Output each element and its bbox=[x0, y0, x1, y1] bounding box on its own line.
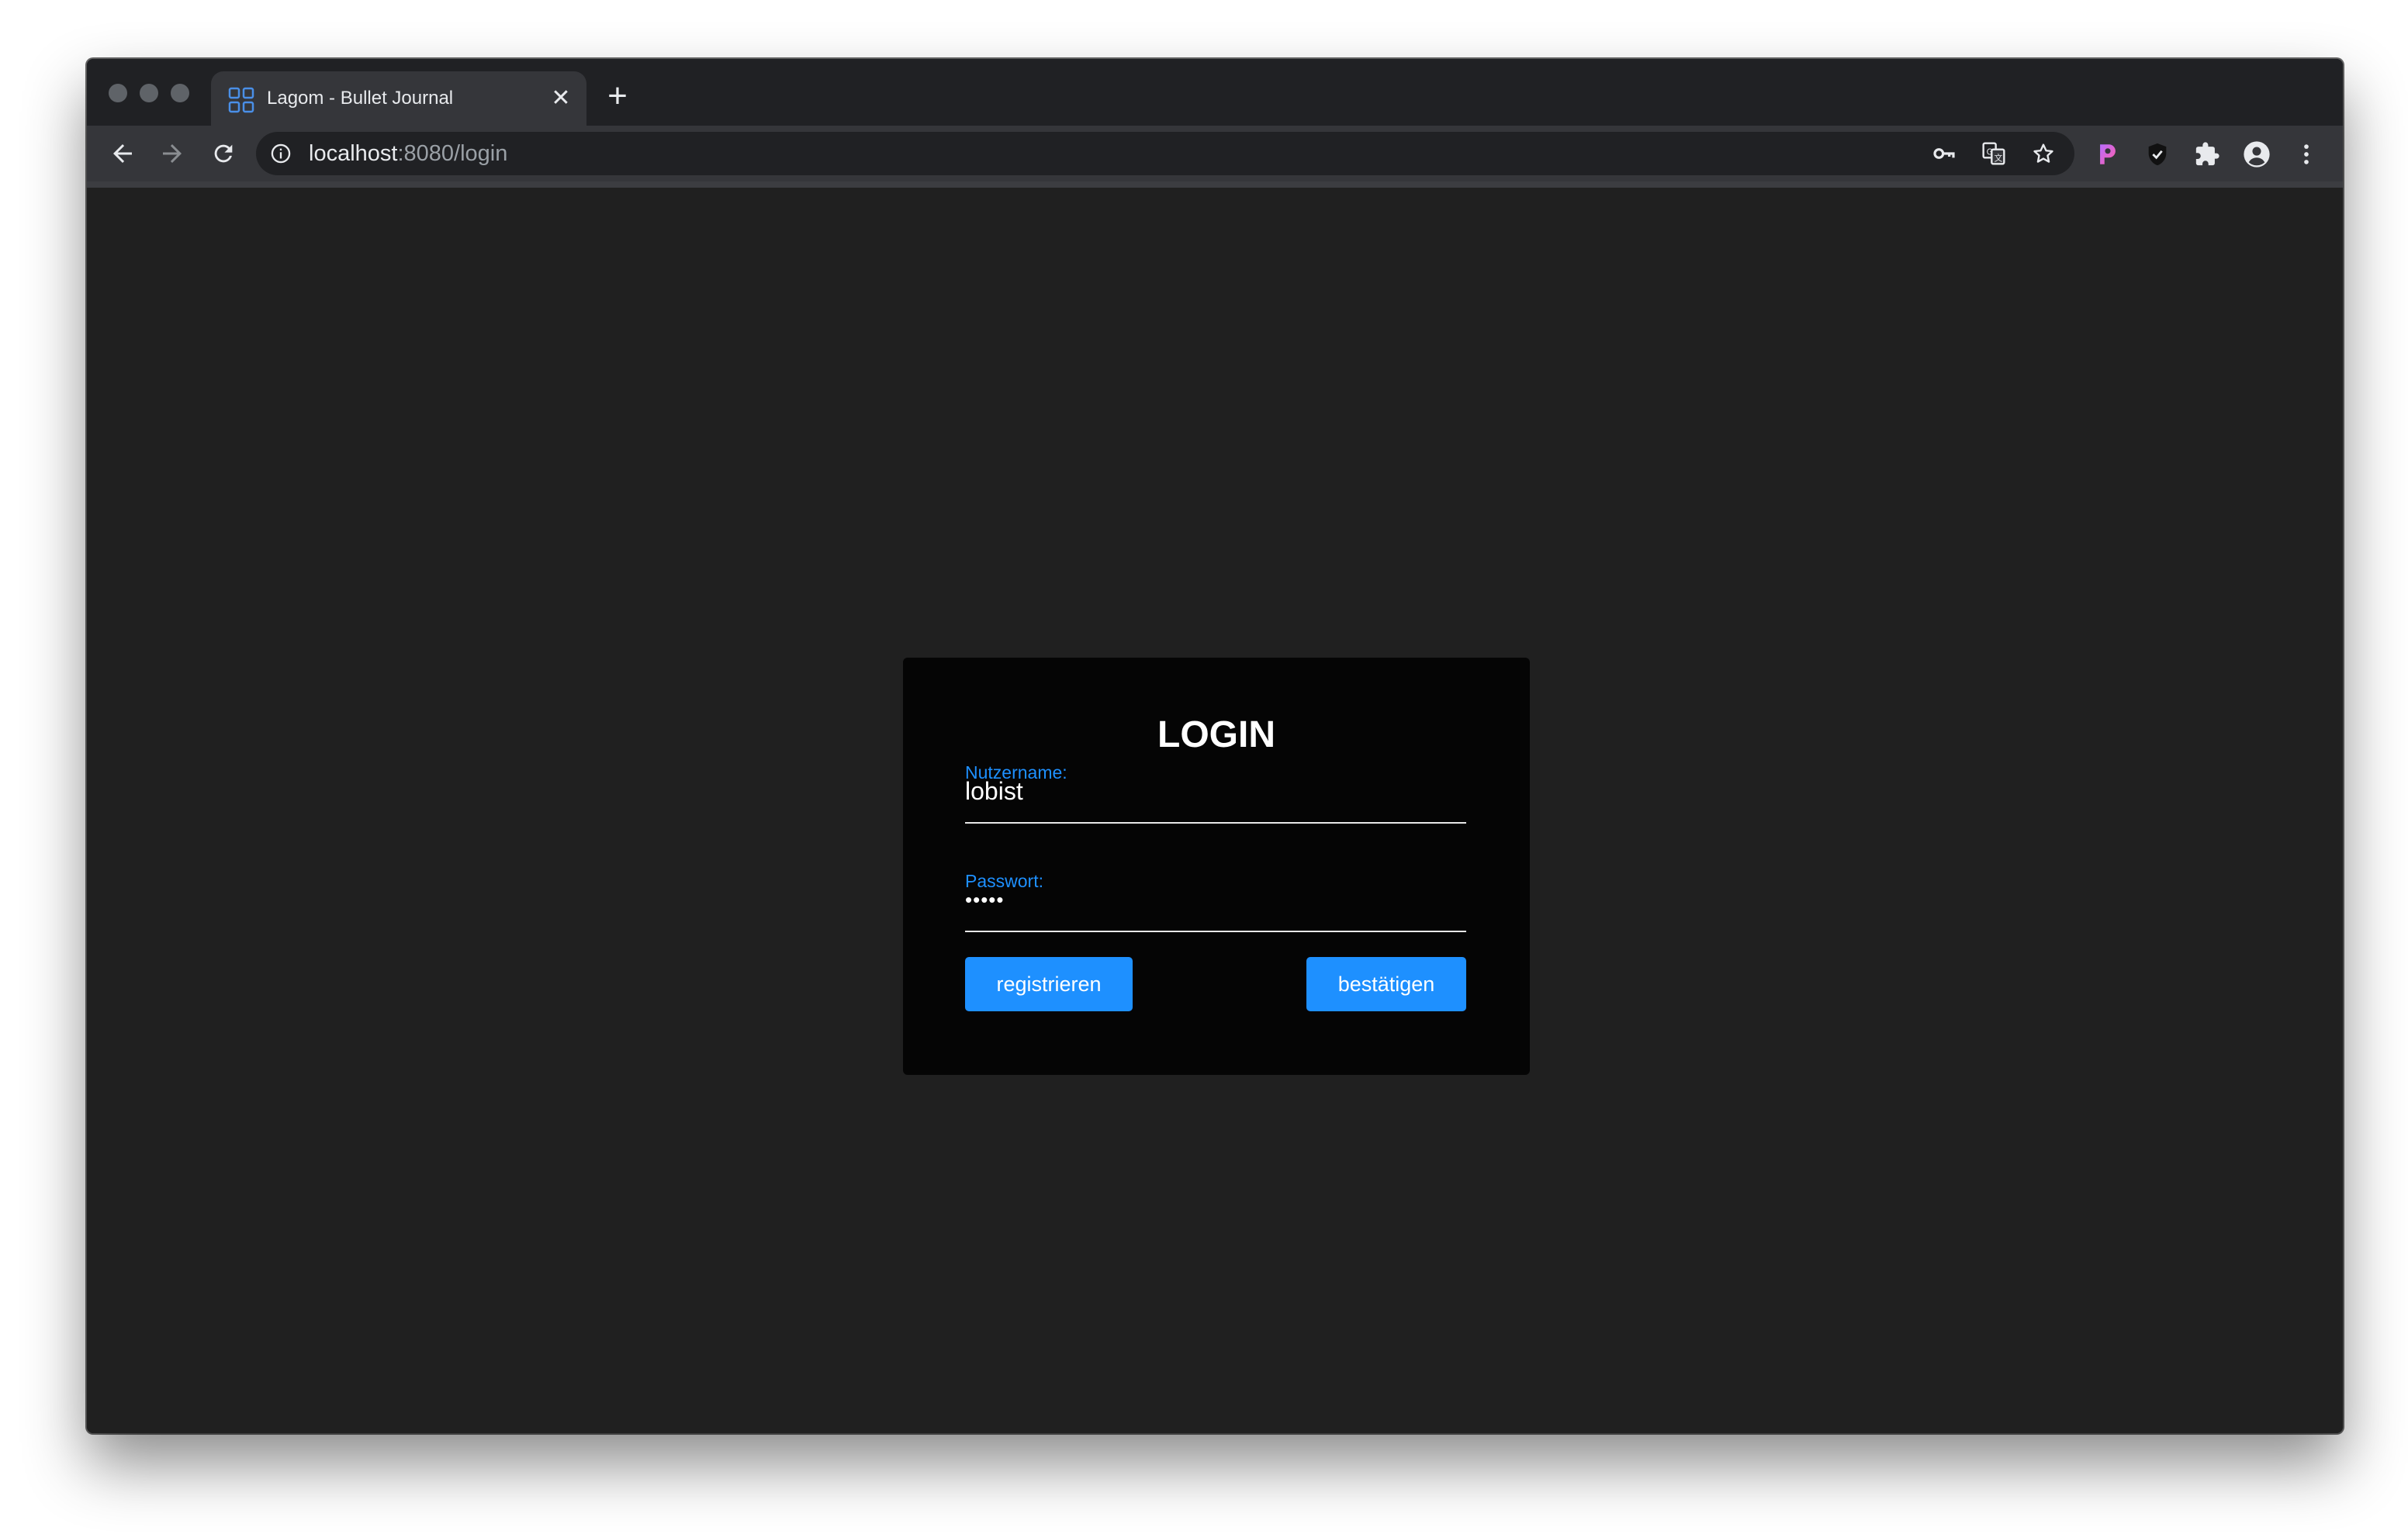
login-card: LOGIN Nutzername: Passwort: ••••• regist… bbox=[903, 658, 1530, 1075]
svg-text:文: 文 bbox=[1995, 153, 2003, 163]
password-field[interactable]: ••••• bbox=[965, 884, 1466, 915]
arrow-right-icon bbox=[163, 144, 182, 163]
profile-icon[interactable] bbox=[2242, 140, 2271, 169]
tab-lagom[interactable]: Lagom - Bullet Journal ✕ bbox=[211, 71, 586, 126]
shield-icon[interactable] bbox=[2143, 140, 2172, 169]
forward-button[interactable] bbox=[152, 133, 192, 174]
page-content: LOGIN Nutzername: Passwort: ••••• regist… bbox=[87, 188, 2343, 1433]
address-bar[interactable]: localhost:8080/login G文 bbox=[256, 132, 2074, 175]
reload-icon bbox=[214, 144, 233, 163]
info-icon[interactable] bbox=[270, 143, 292, 164]
tab-strip: Lagom - Bullet Journal ✕ + bbox=[87, 59, 2343, 126]
url-host: localhost bbox=[309, 141, 398, 166]
username-underline bbox=[965, 822, 1466, 824]
address-url[interactable]: localhost:8080/login bbox=[309, 140, 507, 168]
browser-window: Lagom - Bullet Journal ✕ + localhost:808… bbox=[87, 59, 2343, 1433]
password-underline bbox=[965, 931, 1466, 932]
puzzle-icon[interactable] bbox=[2192, 140, 2222, 169]
url-path: :8080/login bbox=[397, 141, 508, 166]
close-tab-icon[interactable]: ✕ bbox=[549, 87, 573, 110]
star-icon[interactable] bbox=[2029, 140, 2057, 168]
login-title: LOGIN bbox=[1157, 714, 1275, 755]
minimize-window-button[interactable] bbox=[140, 84, 158, 102]
username-field[interactable] bbox=[965, 776, 1466, 807]
grid-favicon-icon bbox=[228, 87, 254, 113]
svg-text:G: G bbox=[1987, 147, 1993, 157]
toolbar-divider bbox=[87, 181, 2343, 188]
arrow-left-icon bbox=[113, 144, 132, 163]
tab-title: Lagom - Bullet Journal bbox=[267, 88, 454, 109]
confirm-button[interactable]: bestätigen bbox=[1306, 957, 1466, 1011]
close-window-button[interactable] bbox=[109, 84, 127, 102]
back-button[interactable] bbox=[102, 133, 143, 174]
extension-p-icon[interactable] bbox=[2093, 140, 2123, 169]
reload-button[interactable] bbox=[203, 133, 244, 174]
key-icon[interactable] bbox=[1930, 140, 1958, 168]
maximize-window-button[interactable] bbox=[171, 84, 189, 102]
new-tab-button[interactable]: + bbox=[602, 79, 633, 113]
register-button[interactable]: registrieren bbox=[965, 957, 1133, 1011]
translate-icon[interactable]: G文 bbox=[1980, 140, 2008, 168]
toolbar: localhost:8080/login G文 bbox=[87, 126, 2343, 181]
menu-dots-icon[interactable] bbox=[2292, 140, 2321, 169]
